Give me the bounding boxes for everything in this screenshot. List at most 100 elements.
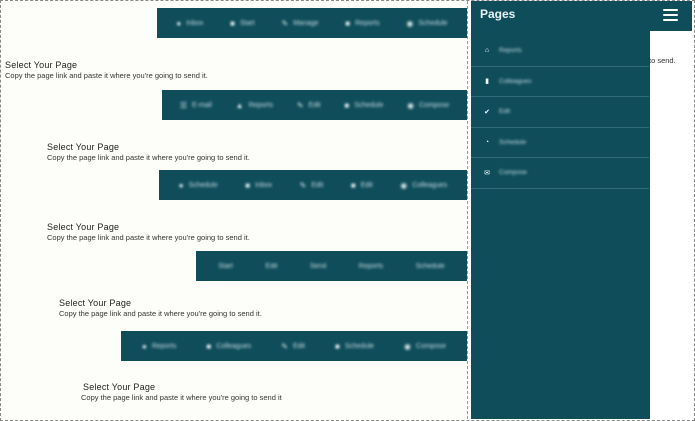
navbar-3: ● Schedule ■ Inbox ✎ Edit ■ Edit ◉ Colleagues — [159, 170, 467, 200]
nav-item-label: Schedule — [354, 101, 384, 109]
nav-item[interactable]: Start — [218, 263, 233, 270]
nav-item[interactable]: ■ Inbox — [245, 181, 272, 190]
pie-chart-icon: ◔ — [484, 138, 490, 146]
nav-item[interactable]: ■ Edit — [351, 181, 373, 190]
block-title: Select Your Page — [59, 298, 132, 308]
nav-item[interactable]: ● Schedule — [179, 181, 218, 190]
block-title: Select Your Page — [47, 222, 120, 232]
pencil-icon: ✎ — [299, 180, 307, 190]
eye-icon: ◉ — [406, 18, 414, 28]
drawer-item-label: Schedule — [499, 138, 527, 146]
nav-item-label: Inbox — [255, 181, 273, 189]
drawer-item-edit[interactable]: ✔ Edit — [471, 97, 649, 128]
nav-item[interactable]: ☰ E-mail — [180, 101, 212, 110]
hamburger-menu-icon[interactable] — [663, 9, 678, 21]
nav-item[interactable]: ✎ Edit — [297, 101, 321, 110]
envelope-icon: ✉ — [484, 169, 490, 177]
block-title: Select Your Page — [47, 142, 120, 152]
nav-item[interactable]: ◉ Colleagues — [400, 181, 447, 190]
nav-item-label: Colleagues — [412, 181, 448, 189]
drawer-item-label: Compose — [499, 169, 527, 177]
nav-item[interactable]: ✎ Edit — [300, 181, 324, 190]
pencil-icon: ✎ — [281, 341, 288, 351]
nav-item[interactable]: ▲ Reports — [236, 101, 273, 110]
content-block-4: Select Your Page Copy the page link and … — [59, 298, 262, 319]
mobile-header: Pages — [471, 1, 692, 31]
circle-icon: ● — [176, 18, 182, 28]
nav-item-label: Edit — [265, 262, 278, 270]
nav-item[interactable]: Send — [310, 263, 326, 270]
nav-item-label: Schedule — [418, 19, 448, 27]
block-title: Select Your Page — [5, 60, 78, 70]
nav-item-label: Schedule — [188, 181, 218, 189]
nav-item-label: Colleagues — [216, 342, 252, 350]
block-subtitle: Copy the page link and paste it where yo… — [47, 153, 250, 163]
square-icon: ■ — [350, 180, 356, 190]
nav-item-label: Schedule — [344, 342, 375, 350]
nav-item[interactable]: ■ Schedule — [344, 101, 383, 110]
drawer-item-colleagues[interactable]: ▮ Colleagues — [471, 67, 649, 97]
nav-item[interactable]: ■ Start — [230, 19, 255, 28]
drawer-item-compose[interactable]: ✉ Compose — [471, 158, 649, 189]
content-block-3: Select Your Page Copy the page link and … — [47, 222, 250, 243]
nav-item[interactable]: ■ Colleagues — [206, 342, 251, 351]
nav-item[interactable]: ✎ Edit — [281, 342, 305, 351]
nav-item[interactable]: ■ Reports — [345, 19, 379, 28]
content-block-1: Select Your Page Copy the page link and … — [5, 60, 208, 81]
pencil-icon: ✎ — [281, 18, 289, 28]
nav-item[interactable]: Edit — [265, 263, 277, 270]
nav-item-label: Edit — [360, 181, 373, 189]
nav-item-label: Reports — [248, 101, 274, 109]
nav-item-label: Start — [239, 19, 255, 27]
block-subtitle: Copy the page link and paste it where yo… — [5, 71, 208, 81]
nav-item-label: Start — [218, 262, 233, 270]
right-mobile-pane: to send. ⌂ Reports ▮ Colleagues ✔ Edit ◔ Sch… — [471, 1, 692, 419]
navbar-2: ☰ E-mail ▲ Reports ✎ Edit ■ Schedule ◉ Compos… — [162, 90, 467, 120]
nav-item-label: Reports — [358, 262, 384, 270]
nav-item-label: Manage — [293, 19, 319, 27]
nav-item[interactable]: Reports — [359, 263, 384, 270]
left-preview-pane: ● Inbox ■ Start ✎ Manage ■ Reports ◉ Schedule… — [1, 1, 468, 419]
briefcase-icon: ▮ — [485, 78, 489, 86]
drawer-item-schedule[interactable]: ◔ Schedule — [471, 128, 649, 158]
nav-drawer: ⌂ Reports ▮ Colleagues ✔ Edit ◔ Schedule ✉ Co… — [471, 1, 649, 419]
nav-item-label: Compose — [419, 101, 450, 109]
nav-item[interactable]: ● Reports — [142, 342, 176, 351]
drawer-item-label: Reports — [499, 47, 522, 55]
nav-item-label: Reports — [151, 342, 177, 350]
nav-item-label: Reports — [355, 19, 380, 27]
nav-item[interactable]: Schedule — [416, 263, 445, 270]
nav-item-label: Send — [309, 262, 327, 270]
overflow-text: to send. — [649, 56, 676, 65]
drawer-title: Pages — [480, 7, 516, 21]
block-subtitle: Copy the page link and paste it where yo… — [47, 233, 250, 243]
drawer-item-label: Colleagues — [499, 77, 532, 85]
nav-item-label: Edit — [311, 181, 324, 189]
drawer-item-reports[interactable]: ⌂ Reports — [471, 36, 649, 67]
nav-item[interactable]: ● Inbox — [176, 19, 203, 28]
circle-icon: ● — [142, 341, 147, 351]
navbar-5: ● Reports ■ Colleagues ✎ Edit ■ Schedule ◉ Co… — [121, 331, 467, 361]
nav-item-label: Edit — [308, 101, 321, 109]
nav-item-label: Inbox — [186, 19, 204, 27]
circle-icon: ● — [178, 180, 184, 190]
nav-item[interactable]: ◉ Schedule — [406, 19, 447, 28]
nav-item[interactable]: ◉ Compose — [404, 342, 446, 351]
home-icon: ⌂ — [484, 47, 490, 55]
eye-icon: ◉ — [400, 180, 408, 190]
nav-item-label: Compose — [416, 342, 446, 350]
square-icon: ■ — [245, 180, 251, 190]
nav-item[interactable]: ✎ Manage — [282, 19, 319, 28]
nav-item-label: E-mail — [192, 101, 212, 109]
square-icon: ■ — [230, 18, 235, 28]
pencil-icon: ✎ — [296, 100, 304, 110]
block-title: Select Your Page — [83, 382, 156, 392]
page-content-strip — [649, 31, 692, 419]
content-block-2: Select Your Page Copy the page link and … — [47, 142, 250, 163]
square-icon: ■ — [335, 341, 340, 351]
block-subtitle: Copy the page link and paste it where yo… — [81, 393, 282, 403]
nav-item[interactable]: ◉ Compose — [407, 101, 449, 110]
nav-item[interactable]: ■ Schedule — [335, 342, 374, 351]
square-icon: ■ — [344, 100, 350, 110]
nav-item-label: Edit — [292, 342, 305, 350]
